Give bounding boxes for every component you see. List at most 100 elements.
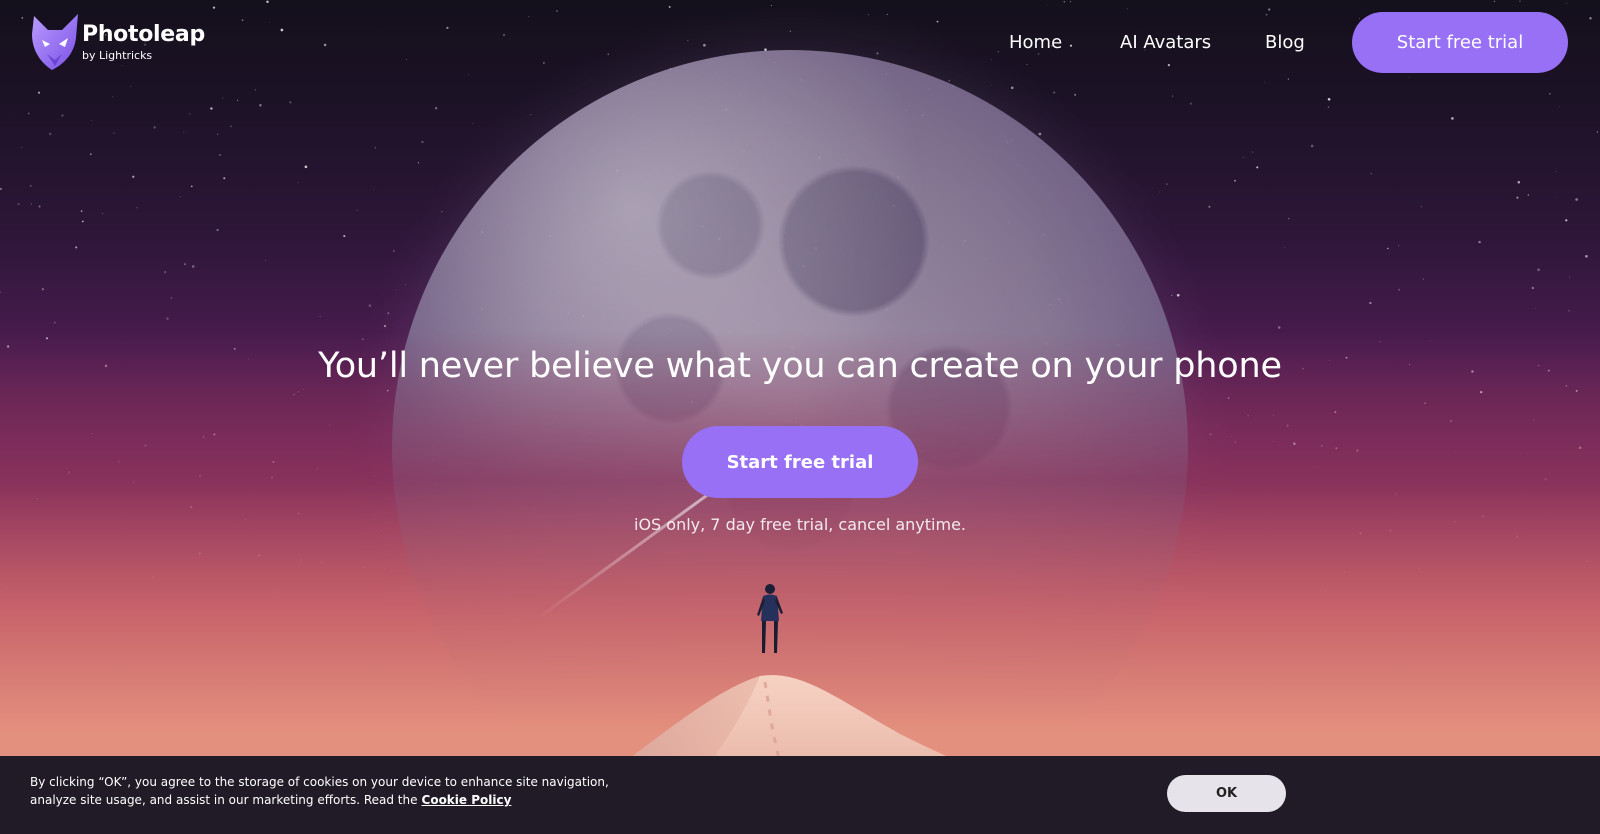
star: [48, 132, 52, 136]
star: [1256, 166, 1259, 169]
header-start-trial-button[interactable]: Start free trial: [1352, 12, 1568, 73]
star: [218, 153, 222, 157]
star: [1398, 245, 1400, 247]
brand-logo[interactable]: Photoleap by Lightricks: [30, 14, 205, 70]
star: [102, 212, 104, 214]
star: [1585, 254, 1588, 258]
star: [1010, 86, 1014, 90]
star: [230, 125, 232, 128]
star: [91, 119, 93, 121]
star: [1053, 91, 1056, 94]
hero-title: You’ll never believe what you can create…: [318, 346, 1282, 386]
star: [1575, 198, 1578, 201]
star: [417, 162, 420, 164]
star: [396, 289, 398, 291]
nav-link-home[interactable]: Home: [1009, 30, 1062, 56]
walking-person: [757, 584, 783, 653]
star: [1176, 293, 1180, 297]
star: [387, 312, 390, 315]
star: [1288, 218, 1290, 220]
star: [472, 122, 474, 124]
cookie-message: By clicking “OK”, you agree to the stora…: [30, 773, 650, 809]
star: [1558, 106, 1560, 108]
star: [164, 270, 167, 274]
star: [1548, 92, 1551, 95]
star: [1208, 205, 1211, 208]
star: [11, 115, 12, 117]
cookie-message-text: By clicking “OK”, you agree to the stora…: [30, 775, 609, 807]
star: [1387, 247, 1389, 250]
star: [166, 317, 169, 320]
star: [1038, 132, 1042, 136]
landing-page: Photoleap by Lightricks Home AI Avatars …: [0, 0, 1600, 834]
star: [81, 220, 84, 223]
star: [356, 209, 358, 211]
star: [1166, 183, 1168, 185]
star: [1310, 144, 1314, 148]
star: [265, 259, 267, 261]
star: [304, 165, 308, 169]
star: [1242, 156, 1244, 158]
star: [1369, 301, 1372, 305]
trial-note: iOS only, 7 day free trial, cancel anyti…: [634, 515, 966, 534]
star: [1565, 219, 1568, 222]
star: [1370, 173, 1372, 175]
star: [179, 196, 181, 198]
star: [1234, 179, 1236, 182]
star: [289, 101, 292, 104]
star: [222, 97, 224, 99]
star: [21, 146, 22, 148]
brand-name: Photoleap: [82, 21, 205, 47]
star: [170, 297, 173, 299]
star: [383, 325, 387, 328]
hero-start-trial-button[interactable]: Start free trial: [682, 426, 918, 498]
star: [373, 188, 375, 190]
star: [368, 304, 372, 307]
star: [1251, 151, 1253, 153]
star: [191, 185, 193, 188]
site-header: Photoleap by Lightricks Home AI Avatars …: [0, 0, 1600, 86]
star: [1277, 326, 1281, 329]
star: [37, 91, 41, 94]
star: [1516, 196, 1519, 199]
cookie-ok-button[interactable]: OK: [1167, 775, 1286, 812]
nav-link-ai-avatars[interactable]: AI Avatars: [1120, 30, 1211, 56]
star: [1555, 196, 1556, 198]
star: [1555, 170, 1557, 172]
star: [1422, 278, 1425, 280]
star: [1283, 246, 1285, 248]
star: [421, 140, 424, 144]
star: [1534, 308, 1536, 310]
star: [393, 250, 395, 252]
star: [1159, 191, 1161, 193]
star: [80, 210, 83, 212]
star: [1171, 294, 1173, 296]
star: [297, 182, 299, 183]
star: [1074, 93, 1077, 96]
cookie-policy-link[interactable]: Cookie Policy: [422, 793, 512, 807]
star: [153, 126, 156, 129]
star: [405, 284, 407, 285]
star: [1527, 194, 1530, 196]
star: [216, 228, 219, 232]
star: [1531, 286, 1534, 290]
star: [1569, 276, 1571, 278]
star: [1327, 97, 1331, 101]
star: [27, 112, 30, 115]
star: [1189, 102, 1192, 105]
star: [1451, 117, 1454, 120]
nav-link-blog[interactable]: Blog: [1265, 30, 1305, 56]
star: [1517, 180, 1521, 184]
star: [112, 96, 114, 98]
star: [191, 265, 195, 268]
star: [216, 133, 219, 136]
star: [259, 104, 262, 107]
star: [1420, 206, 1422, 208]
star: [1478, 240, 1481, 244]
star: [38, 205, 41, 208]
star: [434, 106, 438, 110]
star: [441, 210, 443, 213]
star: [132, 175, 135, 178]
star: [237, 99, 239, 101]
star: [0, 187, 2, 190]
